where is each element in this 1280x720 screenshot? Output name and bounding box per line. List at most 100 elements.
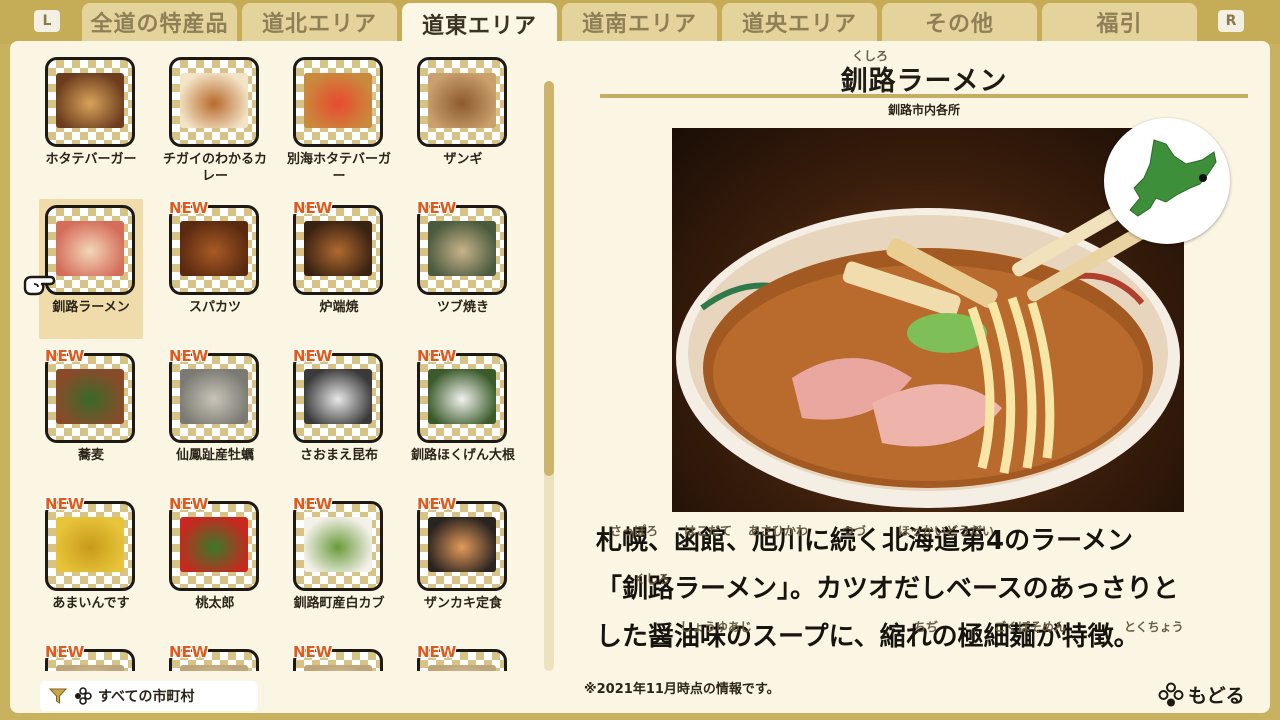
- product-location: 釧路市内各所: [887, 103, 960, 117]
- ruby-kushiro: くしろ: [634, 572, 671, 586]
- new-badge: NEW: [45, 495, 85, 513]
- product-label: さおまえ昆布: [299, 448, 378, 463]
- tab-fukubiki[interactable]: 福引: [1042, 3, 1197, 41]
- product-thumbnail: [293, 205, 383, 295]
- tab-dohoku[interactable]: 道北エリア: [242, 3, 397, 41]
- tab-other[interactable]: その他: [882, 3, 1037, 41]
- product-label: ザンカキ定食: [423, 596, 502, 611]
- tab-doo[interactable]: 道央エリア: [722, 3, 877, 41]
- r-shoulder-button[interactable]: R: [1218, 10, 1244, 32]
- tab-bar: L 全道の特産品 道北エリア 道東エリア 道南エリア 道央エリア その他 福引 …: [0, 0, 1280, 44]
- new-badge: NEW: [417, 199, 457, 217]
- new-badge: NEW: [45, 347, 85, 365]
- item-photo: [428, 665, 496, 671]
- content-panel: ホタテバーガー チガイのわかるカレー 別海ホタテバーガー ザンギ 釧路ラーメン NEW スパ…: [10, 41, 1270, 713]
- product-thumbnail: [417, 57, 507, 147]
- new-badge: NEW: [293, 495, 333, 513]
- product-thumbnail: [293, 501, 383, 591]
- tab-doto[interactable]: 道東エリア: [402, 3, 557, 44]
- new-badge: NEW: [169, 347, 209, 365]
- product-thumbnail: [169, 501, 259, 591]
- product-label: ザンギ: [443, 152, 483, 167]
- product-thumbnail: [45, 501, 135, 591]
- pointing-hand-icon: [23, 275, 56, 296]
- description-line: さっぽろ はこだて あさひかわ つづ ほっかいどうだい 札幌、函館、旭川に続く北…: [596, 515, 1256, 563]
- description-line: しょうゆあじ ちぢ ごくぼそめん とくちょう した醤油味のスープに、縮れの極細麺…: [596, 611, 1256, 659]
- product-label: ホタテバーガー: [45, 152, 137, 167]
- product-thumbnail: [45, 205, 135, 295]
- filter-icon: [48, 688, 68, 704]
- product-thumbnail: [293, 57, 383, 147]
- municipality-filter-button[interactable]: すべての市町村: [40, 681, 258, 711]
- new-badge: NEW: [293, 199, 333, 217]
- product-thumbnail: [45, 57, 135, 147]
- product-thumbnail: [417, 205, 507, 295]
- back-label: もどる: [1188, 685, 1245, 707]
- description-text: 「釧路ラーメン」。カツオだしベースのあっさりと: [596, 574, 1179, 604]
- item-photo: [180, 665, 248, 671]
- new-badge: NEW: [169, 199, 209, 217]
- ruby-hokkaidodai: ほっかいどうだい: [898, 524, 995, 538]
- l-shoulder-button[interactable]: L: [34, 10, 60, 32]
- tomato-photo: [180, 517, 248, 572]
- scrollbar-thumb[interactable]: [544, 81, 554, 476]
- tab-all-hokkaido[interactable]: 全道の特産品: [82, 3, 237, 41]
- new-badge: NEW: [417, 347, 457, 365]
- robatayaki-photo: [304, 221, 372, 276]
- kombu-photo: [304, 369, 372, 424]
- product-thumbnail: [169, 353, 259, 443]
- betsukai-burger-photo: [304, 73, 372, 128]
- ramen-photo: [56, 221, 124, 276]
- ruby-hakodate: はこだて: [684, 524, 733, 538]
- oyster-photo: [180, 369, 248, 424]
- spakatsu-photo: [180, 221, 248, 276]
- product-label: ツブ焼き: [436, 300, 489, 315]
- title-divider: [600, 94, 1248, 98]
- product-thumbnail: [169, 57, 259, 147]
- new-badge: NEW: [417, 643, 457, 661]
- set-meal-photo: [428, 517, 496, 572]
- new-badge: NEW: [293, 643, 333, 661]
- product-label: あまいんです: [52, 596, 130, 611]
- product-thumbnail: [169, 205, 259, 295]
- ruby-shouyuaji: しょうゆあじ: [680, 620, 753, 634]
- ruby-asahikawa: あさひかわ: [748, 524, 809, 538]
- ruby-gokubosomen: ごくぼそめん: [994, 620, 1067, 634]
- ruby-chiji: ちぢ: [914, 620, 939, 634]
- new-badge: NEW: [45, 643, 85, 661]
- product-thumbnail: [293, 353, 383, 443]
- product-label: チガイのわかるカレー: [163, 152, 268, 184]
- hokkaido-map-icon: [1104, 118, 1230, 244]
- curry-photo: [180, 73, 248, 128]
- tab-donan[interactable]: 道南エリア: [562, 3, 717, 41]
- ruby-sapporo: さっぽろ: [610, 524, 659, 538]
- y-button-icon: [75, 687, 92, 705]
- ruby-tokuchou: とくちょう: [1124, 620, 1184, 634]
- item-photo: [304, 665, 372, 671]
- info-date-note: ※2021年11月時点の情報です。: [584, 682, 780, 697]
- zangi-photo: [428, 73, 496, 128]
- description-line: くしろ 「釧路ラーメン」。カツオだしベースのあっさりと: [596, 563, 1256, 611]
- b-button-icon: [1158, 682, 1184, 706]
- product-label: 別海ホタテバーガー: [287, 152, 392, 184]
- corn-photo: [56, 517, 124, 572]
- product-label: スパカツ: [188, 300, 241, 315]
- product-label: 桃太郎: [195, 596, 235, 611]
- filter-label: すべての市町村: [98, 689, 195, 705]
- new-badge: NEW: [293, 347, 333, 365]
- product-description: さっぽろ はこだて あさひかわ つづ ほっかいどうだい 札幌、函館、旭川に続く北…: [596, 515, 1256, 659]
- daikon-photo: [428, 369, 496, 424]
- product-thumbnail: [417, 501, 507, 591]
- tsubu-photo: [428, 221, 496, 276]
- product-thumbnail: [417, 353, 507, 443]
- new-badge: NEW: [417, 495, 457, 513]
- product-label: 釧路ラーメン: [52, 300, 130, 315]
- back-button[interactable]: もどる: [1158, 681, 1245, 708]
- product-label: 釧路ほくげん大根: [411, 448, 516, 463]
- new-badge: NEW: [169, 495, 209, 513]
- product-label: 炉端焼: [319, 300, 359, 315]
- product-title: 釧路ラーメン: [840, 66, 1008, 97]
- new-badge: NEW: [169, 643, 209, 661]
- soba-photo: [56, 369, 124, 424]
- turnip-photo: [304, 517, 372, 572]
